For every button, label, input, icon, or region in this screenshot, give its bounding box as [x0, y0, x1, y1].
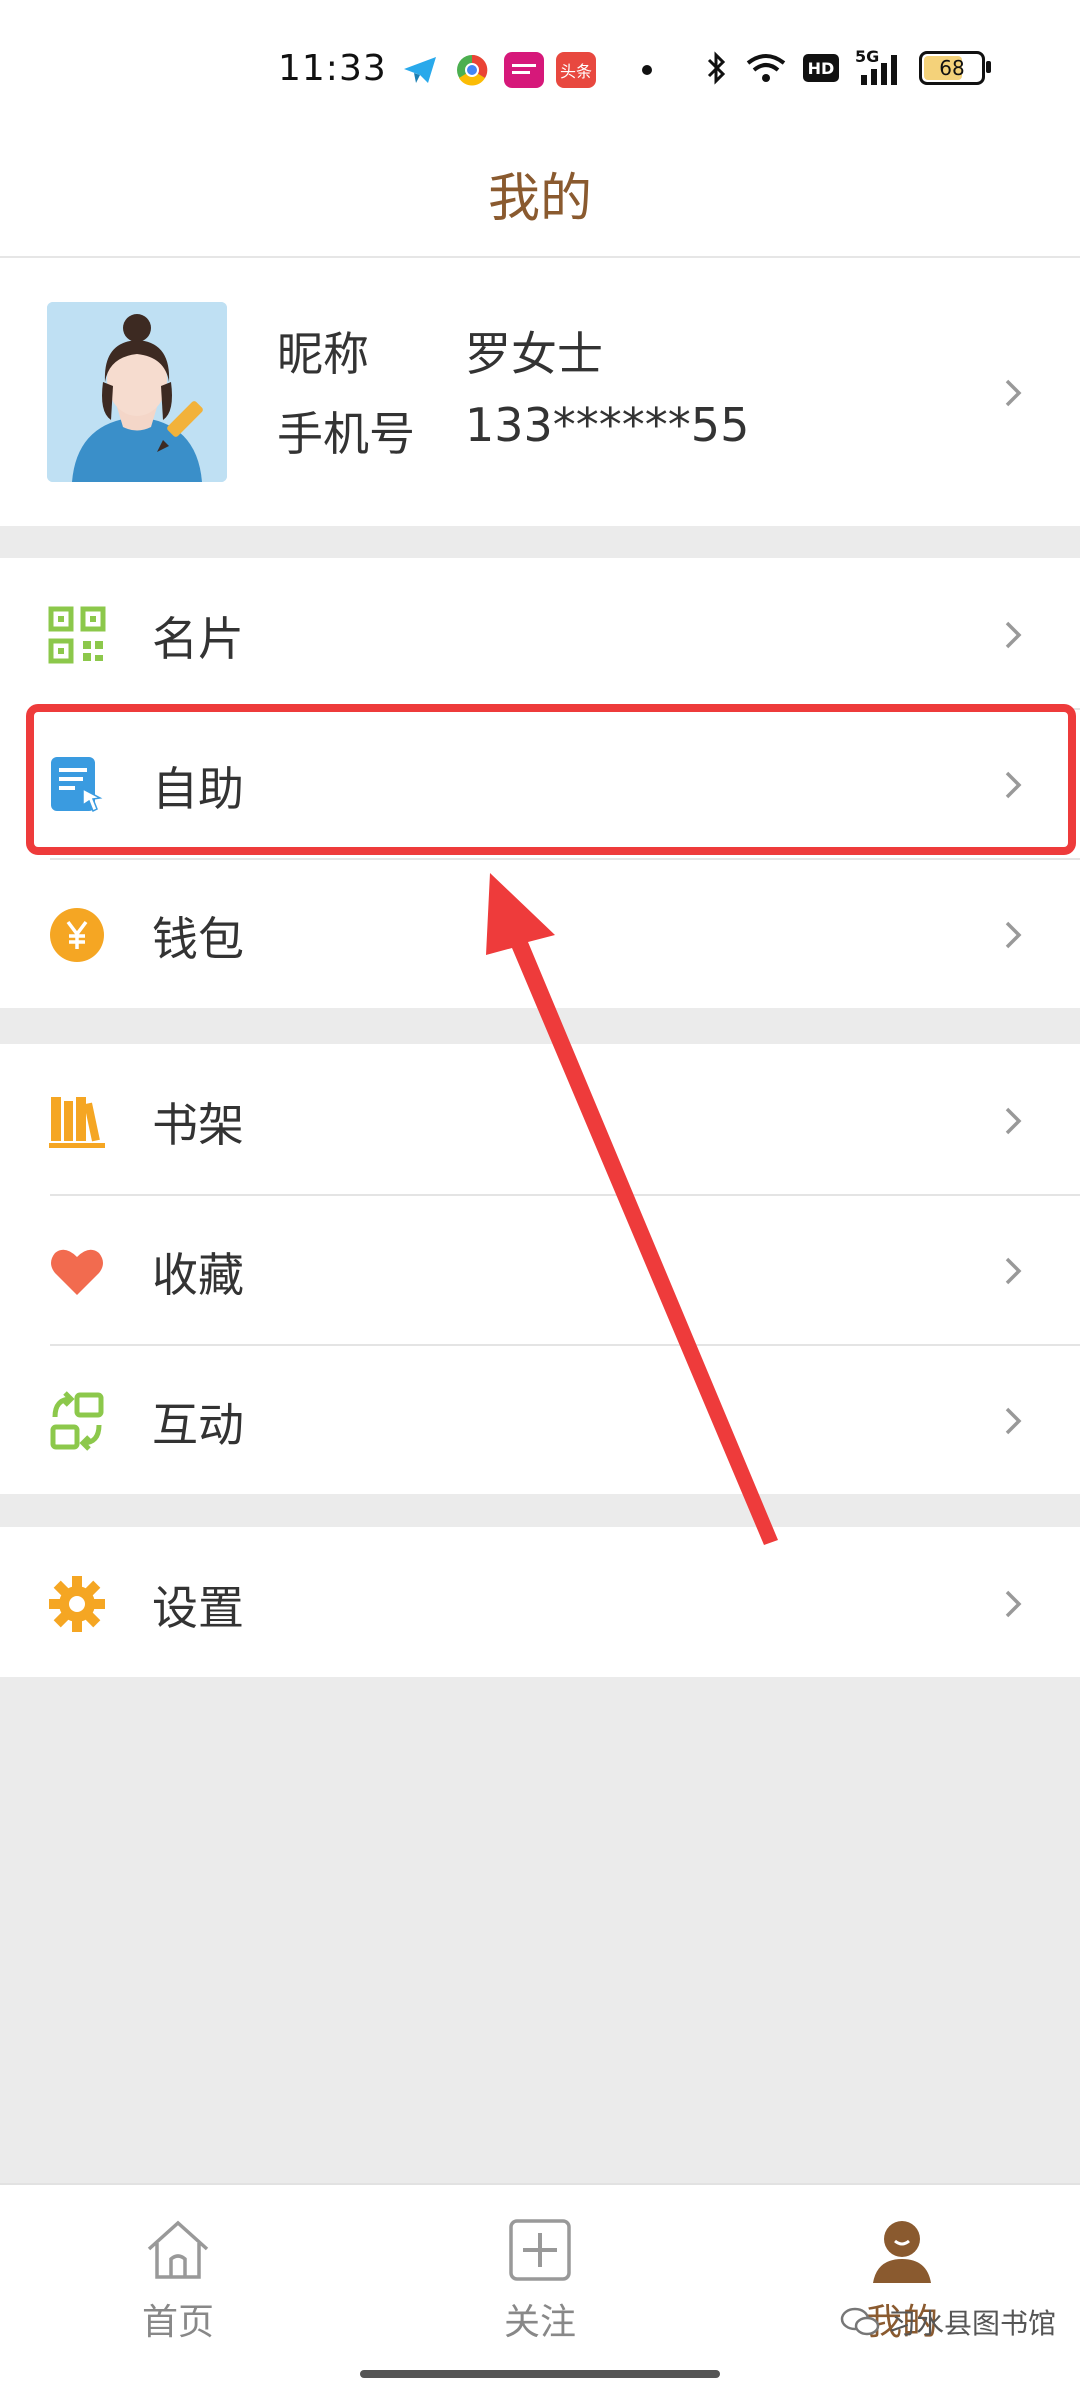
- app-icon-pink: [504, 52, 544, 88]
- phone-label: 手机号: [277, 407, 415, 461]
- home-icon: [147, 2220, 209, 2279]
- chrome-icon: [452, 52, 492, 88]
- menu-item-label: 互动: [152, 1398, 244, 1452]
- signal-icon: 5G: [855, 47, 903, 85]
- tab-label: 关注: [503, 2302, 576, 2343]
- yuan-coin-icon: [50, 908, 104, 962]
- gear-icon: [49, 1576, 105, 1632]
- menu-item-favorites[interactable]: 收藏: [0, 1194, 1080, 1344]
- wifi-icon: [746, 54, 786, 82]
- header: 我的: [0, 140, 1080, 258]
- menu-item-label: 设置: [152, 1581, 244, 1635]
- phone-value: 133******55: [465, 398, 750, 452]
- telegram-icon: [400, 52, 440, 88]
- menu-item-card[interactable]: 名片: [0, 558, 1080, 708]
- bluetooth-icon: [707, 51, 726, 85]
- menu-item-interact[interactable]: 互动: [0, 1344, 1080, 1494]
- nickname-label: 昵称: [277, 327, 369, 381]
- qrcode-icon: [48, 606, 106, 664]
- menu-item-wallet[interactable]: 钱包: [0, 858, 1080, 1008]
- toutiao-icon: 头条: [556, 52, 596, 88]
- chevron-right-icon: [1005, 921, 1022, 949]
- highlight-box: [26, 704, 1076, 855]
- avatar: [47, 302, 227, 482]
- chevron-right-icon: [1005, 1590, 1022, 1618]
- chevron-right-icon: [1005, 1257, 1022, 1285]
- status-right: HD 5G 68: [705, 47, 991, 86]
- wechat-icon: [840, 2307, 880, 2336]
- tab-follow[interactable]: 关注: [440, 2215, 640, 2345]
- menu-item-label: 收藏: [152, 1248, 244, 1302]
- watermark-text: 习水县图书馆: [888, 2307, 1057, 2340]
- status-time: 11:33: [278, 48, 387, 89]
- network-label: 5G: [855, 47, 880, 66]
- page-title: 我的: [487, 169, 592, 229]
- status-bar: 11:33 头条 HD 5G 68: [0, 0, 1080, 140]
- chevron-right-icon: [1005, 621, 1022, 649]
- menu-item-label: 名片: [152, 612, 244, 666]
- profile-card[interactable]: 昵称 罗女士 手机号 133******55: [0, 258, 1080, 526]
- chevron-right-icon: [1005, 379, 1022, 407]
- menu-item-label: 书架: [152, 1098, 244, 1152]
- bookshelf-icon: [49, 1097, 105, 1148]
- heart-icon: [51, 1249, 103, 1295]
- menu-item-label: 钱包: [152, 912, 244, 966]
- status-app-icons: 头条: [400, 52, 652, 88]
- battery-level: 68: [939, 56, 965, 80]
- nickname-value: 罗女士: [465, 327, 603, 381]
- plus-box-icon: [509, 2219, 571, 2281]
- notification-dot: [642, 65, 652, 75]
- tab-label: 首页: [141, 2302, 214, 2343]
- tab-home[interactable]: 首页: [78, 2215, 278, 2345]
- watermark: 习水县图书馆: [840, 2302, 1056, 2342]
- battery-icon: 68: [919, 51, 991, 85]
- chevron-right-icon: [1005, 1107, 1022, 1135]
- menu-item-settings[interactable]: 设置: [0, 1527, 1080, 1677]
- interact-icon: [50, 1391, 104, 1451]
- user-icon: [873, 2221, 931, 2283]
- home-indicator[interactable]: [360, 2370, 720, 2378]
- hd-icon: HD: [803, 54, 839, 82]
- menu-item-bookshelf[interactable]: 书架: [0, 1044, 1080, 1194]
- chevron-right-icon: [1005, 1407, 1022, 1435]
